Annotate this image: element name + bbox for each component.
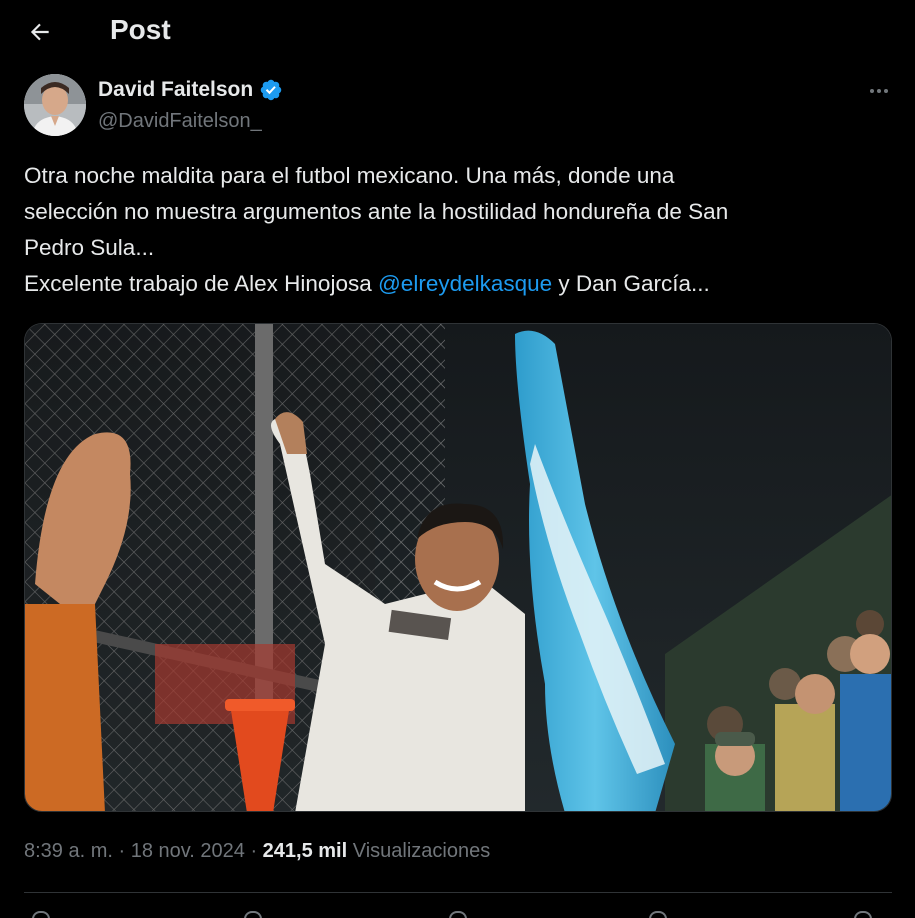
avatar-image — [24, 74, 86, 136]
post-text-line: Pedro Sula... — [24, 235, 155, 260]
mention-link[interactable]: @elreydelkasque — [378, 271, 552, 296]
post-text-line: Otra noche maldita para el futbol mexica… — [24, 163, 675, 188]
action-bar — [24, 905, 892, 918]
header-bar: Post — [0, 0, 915, 66]
views-count: 241,5 mil — [262, 840, 348, 862]
views-label: Visualizaciones — [352, 840, 491, 862]
author-handle[interactable]: @DavidFaitelson_ — [98, 110, 262, 133]
author-name[interactable]: David Faitelson — [98, 78, 253, 102]
page-title: Post — [110, 14, 171, 45]
post-image[interactable] — [24, 323, 892, 812]
avatar[interactable] — [24, 74, 86, 136]
author-name-row: David Faitelson — [98, 78, 283, 102]
post-text-segment: Excelente trabajo de Alex Hinojosa — [24, 271, 378, 296]
share-icon[interactable] — [854, 911, 872, 918]
post-meta: 8:39 a. m. · 18 nov. 2024 · 241,5 mil Vi… — [24, 840, 490, 863]
bookmark-icon[interactable] — [649, 911, 667, 918]
reply-icon[interactable] — [32, 911, 50, 918]
more-button[interactable] — [864, 76, 894, 106]
like-icon[interactable] — [449, 911, 467, 918]
meta-separator: · — [244, 840, 263, 862]
more-horizontal-icon — [870, 89, 888, 93]
post-date[interactable]: 18 nov. 2024 — [131, 840, 245, 862]
verified-badge-icon — [259, 78, 283, 102]
back-button[interactable] — [22, 14, 58, 50]
post-text-segment: y Dan García... — [552, 271, 710, 296]
post-text-line: selección no muestra argumentos ante la … — [24, 199, 729, 224]
divider — [24, 892, 892, 893]
post-time[interactable]: 8:39 a. m. — [24, 840, 113, 862]
repost-icon[interactable] — [244, 911, 262, 918]
arrow-left-icon — [30, 23, 49, 41]
post-text-line: Excelente trabajo de Alex Hinojosa @elre… — [24, 266, 894, 302]
meta-separator: · — [112, 840, 131, 862]
post-text: Otra noche maldita para el futbol mexica… — [24, 158, 894, 302]
post-author: David Faitelson @DavidFaitelson_ — [24, 74, 894, 138]
